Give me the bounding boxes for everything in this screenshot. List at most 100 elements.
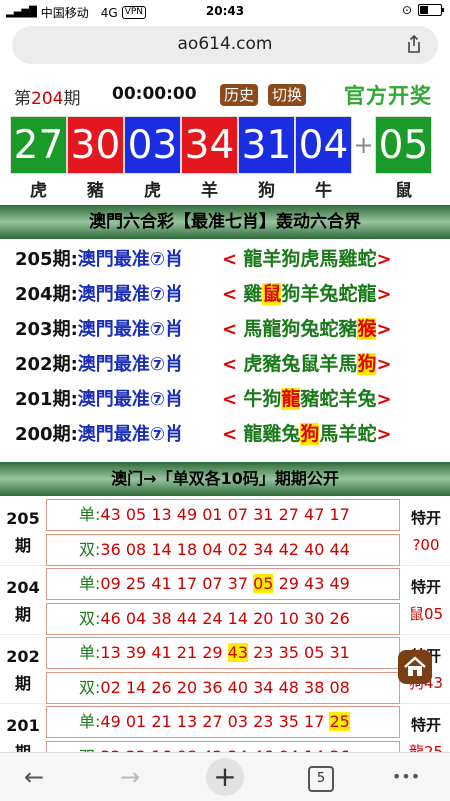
number: 27 xyxy=(202,712,223,731)
issue-number: 204 xyxy=(31,89,64,109)
prediction-issue: 205期:澳門最准⑦肖 xyxy=(15,242,183,277)
zodiac: 羊 xyxy=(300,283,320,305)
left-bracket: < xyxy=(222,424,244,445)
number: 03 xyxy=(227,712,249,731)
group-issue-number: 202 xyxy=(6,647,40,666)
odd-label: 单: xyxy=(79,712,101,731)
right-bracket: > xyxy=(376,354,392,375)
switch-button[interactable]: 切换 xyxy=(268,84,307,106)
zodiac: 兔 xyxy=(281,423,301,445)
zodiac: 虎 xyxy=(300,248,320,270)
issue-label: 201期: xyxy=(15,389,78,410)
number: 08 xyxy=(329,678,350,697)
zodiac: 雞 xyxy=(338,248,358,270)
forward-button[interactable]: → xyxy=(110,761,150,793)
number: 29 xyxy=(278,574,299,593)
official-draw-link[interactable]: 官方开奖 xyxy=(344,80,432,110)
group-special: 特开 鼠05 xyxy=(402,574,450,628)
prediction-zodiacs: < 虎豬兔鼠羊馬狗> xyxy=(222,347,392,382)
number: 49 xyxy=(100,712,121,731)
zodiac: 馬 xyxy=(319,423,339,445)
issue-label: 204期: xyxy=(15,284,78,305)
number: 38 xyxy=(151,609,172,628)
prediction-row: 201期:澳門最准⑦肖 < 牛狗龍豬蛇羊兔> xyxy=(0,382,450,417)
right-bracket: > xyxy=(376,389,392,410)
number: 10 xyxy=(278,609,299,628)
special-value: ?00 xyxy=(412,536,440,554)
issue-label: 202期: xyxy=(15,354,78,375)
number: 04 xyxy=(125,609,147,628)
history-button[interactable]: 历史 xyxy=(220,84,259,106)
number: 29 xyxy=(202,643,223,662)
number: 14 xyxy=(227,609,249,628)
zodiac-label: 虎 xyxy=(144,181,161,201)
number: 44 xyxy=(176,609,198,628)
more-button[interactable]: ••• xyxy=(386,761,426,793)
zodiac: 兔 xyxy=(300,318,320,340)
new-tab-button[interactable]: + xyxy=(206,758,244,796)
number: 30 xyxy=(304,609,325,628)
left-bracket: < xyxy=(222,284,244,305)
home-icon xyxy=(404,656,426,676)
address-bar[interactable]: ao614.com xyxy=(12,26,438,64)
left-bracket: < xyxy=(222,319,244,340)
number: 01 xyxy=(202,505,223,524)
prediction-row: 202期:澳門最准⑦肖 < 虎豬兔鼠羊馬狗> xyxy=(0,347,450,382)
home-button[interactable] xyxy=(398,650,432,684)
prediction-type: 澳門最准⑦肖 xyxy=(77,319,184,340)
zodiac-label: 牛 xyxy=(315,181,332,201)
number: 17 xyxy=(329,505,350,524)
right-bracket: > xyxy=(376,284,392,305)
number: 38 xyxy=(304,678,325,697)
number: 49 xyxy=(329,574,350,593)
special-zodiac-label: 鼠 xyxy=(395,181,412,201)
zodiac: 雞 xyxy=(262,423,282,445)
zodiac-hit: 鼠 xyxy=(262,283,282,305)
number: 18 xyxy=(176,540,198,559)
current-issue: 第204期 xyxy=(14,89,81,109)
odd-numbers-row: 单:13 39 41 21 29 43 23 35 05 31 xyxy=(46,637,400,669)
prediction-list: 205期:澳門最准⑦肖 < 龍羊狗虎馬雞蛇> 204期:澳門最准⑦肖 < 雞鼠狗羊兔蛇… xyxy=(0,242,450,452)
number: 44 xyxy=(329,540,350,559)
zodiac-spacer xyxy=(352,176,375,198)
number: 48 xyxy=(278,678,299,697)
countdown: 00:00:00 xyxy=(112,84,197,104)
url-text[interactable]: ao614.com xyxy=(12,34,438,54)
browser-toolbar: ← → + 5 ••• xyxy=(0,752,450,801)
draw-header: 第204期 00:00:00 历史 切换 官方开奖 xyxy=(0,80,450,109)
status-bar: ▂▄▆█ 中国移动 4G VPN 20:43 ⊙ xyxy=(0,0,450,22)
zodiac-hit: 狗 xyxy=(357,353,377,375)
prediction-row: 203期:澳門最准⑦肖 < 馬龍狗兔蛇豬猴> xyxy=(0,312,450,347)
zodiac: 狗 xyxy=(281,248,301,270)
number: 13 xyxy=(151,505,172,524)
group-numbers: 单:09 25 41 17 07 37 05 29 43 49 双:46 04 3… xyxy=(46,568,400,638)
even-numbers-row: 双:46 04 38 44 24 14 20 10 30 26 xyxy=(46,603,400,635)
number: 25 xyxy=(125,574,147,593)
zodiac: 兔 xyxy=(281,353,301,375)
tab-count-button[interactable]: 5 xyxy=(308,766,334,792)
number: 17 xyxy=(176,574,198,593)
prediction-type: 澳門最准⑦肖 xyxy=(77,354,184,375)
number-ball: 30 xyxy=(67,116,124,174)
number: 34 xyxy=(253,540,274,559)
battery-icon xyxy=(418,4,444,16)
number-hit: 43 xyxy=(227,643,249,662)
left-bracket: < xyxy=(222,354,244,375)
odd-label: 单: xyxy=(79,643,101,662)
issue-label: 205期: xyxy=(15,249,78,270)
right-bracket: > xyxy=(376,424,392,445)
number-ball: 04 xyxy=(295,116,352,174)
number: 02 xyxy=(100,678,121,697)
zodiac: 狗 xyxy=(281,318,301,340)
number: 21 xyxy=(151,712,172,731)
number: 21 xyxy=(176,643,198,662)
back-button[interactable]: ← xyxy=(14,761,54,793)
issue-label: 203期: xyxy=(15,319,78,340)
special-number-ball: 05 xyxy=(375,116,432,174)
number: 20 xyxy=(176,678,198,697)
zodiac: 馬 xyxy=(338,353,358,375)
number: 04 xyxy=(202,540,223,559)
share-icon[interactable] xyxy=(404,34,424,54)
zodiac: 狗 xyxy=(281,283,301,305)
number: 36 xyxy=(202,678,223,697)
